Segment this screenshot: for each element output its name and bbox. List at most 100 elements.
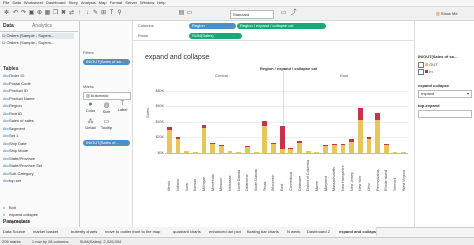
save-icon[interactable]: ▣: [28, 10, 35, 17]
sheet-tab[interactable]: floating bar charts: [244, 227, 285, 236]
bar-out-18[interactable]: [323, 146, 328, 153]
swap-icon[interactable]: ⇄: [68, 10, 75, 17]
bar-out-8[interactable]: [236, 152, 242, 153]
pin-icon[interactable]: ⚲: [116, 10, 123, 17]
bar-out-26[interactable]: [392, 152, 398, 153]
bar-out-22[interactable]: [357, 120, 363, 153]
tooltip-button[interactable]: ▭ Tooltip: [99, 118, 114, 133]
bar-in-4[interactable]: [201, 125, 207, 129]
field-item[interactable]: AbcSub-Category: [3, 171, 73, 177]
bar-in-23[interactable]: [366, 136, 372, 139]
fit-select[interactable]: Standard: [230, 10, 274, 19]
checkbox-icon[interactable]: [418, 62, 424, 68]
bar-in-6[interactable]: [219, 145, 224, 146]
bar-in-21[interactable]: [349, 139, 354, 143]
field-item[interactable]: AbcShip Date: [3, 141, 73, 147]
clear-icon[interactable]: ✖: [60, 10, 67, 17]
bar-out-1[interactable]: [175, 139, 181, 153]
bar-out-6[interactable]: [219, 146, 224, 153]
bar-out-9[interactable]: [245, 146, 250, 153]
sheet-tab[interactable]: move to outlier front to the map: [102, 227, 171, 236]
rows-pill[interactable]: SUM(Sales): [189, 33, 242, 39]
bar-out-23[interactable]: [366, 139, 372, 153]
sort-asc-icon[interactable]: ↑: [76, 10, 83, 17]
bar-out-17[interactable]: [314, 152, 320, 153]
size-button[interactable]: ◍ Size: [99, 101, 114, 116]
field-item[interactable]: AbcOrder ID: [3, 73, 73, 79]
format-icon[interactable]: ▤: [178, 10, 185, 17]
sheet-tab[interactable]: Dashboard 2: [304, 227, 337, 236]
bar-in-22[interactable]: [357, 107, 363, 121]
bar-in-15[interactable]: [297, 140, 302, 143]
bar-out-21[interactable]: [349, 142, 354, 153]
field-item[interactable]: AbcRow ID: [3, 111, 73, 117]
bar-out-13[interactable]: [279, 149, 285, 153]
bar-in-5[interactable]: [210, 142, 216, 144]
presentation-icon[interactable]: ▭: [280, 10, 287, 17]
menu-item-help[interactable]: Help: [157, 0, 165, 6]
new-sheet-icon[interactable]: ▦: [44, 10, 51, 17]
menu-item-map[interactable]: Map: [99, 0, 107, 6]
bar-out-24[interactable]: [375, 120, 380, 153]
bar-out-11[interactable]: [262, 125, 268, 153]
bar-in-14[interactable]: [288, 148, 294, 150]
sheet-tab[interactable]: Data Source: [0, 227, 31, 236]
field-item[interactable]: AbcPostal Code: [3, 81, 73, 87]
sheet-tab[interactable]: market basket: [30, 227, 69, 236]
share-icon[interactable]: ⤴: [290, 10, 297, 17]
menu-item-window[interactable]: Window: [140, 0, 154, 6]
bar-in-20[interactable]: [340, 143, 346, 146]
bar-out-27[interactable]: [401, 152, 407, 153]
bar-in-0[interactable]: [166, 126, 172, 130]
legend-item-out[interactable]: OUT: [418, 62, 438, 68]
tab-analytics[interactable]: Analytics: [32, 23, 52, 29]
label-icon[interactable]: T: [108, 10, 115, 17]
tooltip-icon[interactable]: ▭: [186, 10, 193, 17]
bar-out-19[interactable]: [331, 145, 337, 153]
color-button[interactable]: ● Color: [83, 101, 98, 116]
bar-in-9[interactable]: [245, 146, 250, 147]
sort-desc-icon[interactable]: ↓: [84, 10, 91, 17]
parameter-item[interactable]: # expand collapse: [3, 212, 73, 218]
sheet-tab[interactable]: expand and collapse: [336, 227, 377, 236]
menu-item-data[interactable]: Data: [12, 0, 20, 6]
bar-out-10[interactable]: [253, 152, 259, 153]
menu-item-server[interactable]: Server: [125, 0, 137, 6]
new-datasource-icon[interactable]: ⊕: [36, 10, 43, 17]
bar-out-5[interactable]: [210, 143, 216, 153]
bar-in-1[interactable]: [175, 137, 181, 139]
expand-collapse-select[interactable]: expand ▾: [418, 90, 472, 98]
field-item[interactable]: AbcProduct Name: [3, 96, 73, 102]
bar-out-12[interactable]: [271, 143, 276, 153]
menu-item-dashboard[interactable]: Dashboard: [46, 0, 66, 6]
bar-in-24[interactable]: [375, 113, 380, 121]
bar-out-4[interactable]: [201, 128, 207, 153]
marks-color-pill[interactable]: IN/OUT(Sales of...: [83, 140, 130, 146]
bar-in-11[interactable]: [262, 121, 268, 126]
checkbox-icon[interactable]: [418, 69, 424, 75]
bar-in-19[interactable]: [331, 143, 337, 146]
top-expand-input[interactable]: [418, 110, 472, 118]
sheet-tab[interactable]: enhanced dot plot: [206, 227, 245, 236]
field-item[interactable]: AbcShip Mode: [3, 148, 73, 154]
bar-out-20[interactable]: [340, 145, 346, 153]
bar-out-14[interactable]: [288, 149, 294, 153]
menu-item-format[interactable]: Format: [110, 0, 123, 6]
field-item[interactable]: AbcSales of sales: [3, 118, 73, 124]
tab-data[interactable]: Data: [3, 23, 14, 29]
mark-type-select[interactable]: ▥ Automatic: [83, 92, 131, 100]
highlight-icon[interactable]: ✎: [92, 10, 99, 17]
bar-in-25[interactable]: [383, 143, 389, 146]
field-item[interactable]: Abctop set: [3, 178, 73, 184]
field-item[interactable]: AbcSegment: [3, 126, 73, 132]
columns-pill[interactable]: Region: [189, 23, 236, 29]
show-me-button[interactable]: ▥ Show Me: [436, 10, 470, 17]
sheet-tab[interactable]: butterfly charts: [68, 227, 103, 236]
menu-item-analysis[interactable]: Analysis: [81, 0, 96, 6]
filter-pill[interactable]: IN/OUT(Sales of sa...: [83, 59, 130, 65]
bar-out-0[interactable]: [166, 129, 172, 153]
undo-icon[interactable]: ↶: [12, 10, 19, 17]
sheet-tab[interactable]: N week: [284, 227, 305, 236]
menu-item-story[interactable]: Story: [69, 0, 78, 6]
bar-in-18[interactable]: [323, 145, 328, 146]
